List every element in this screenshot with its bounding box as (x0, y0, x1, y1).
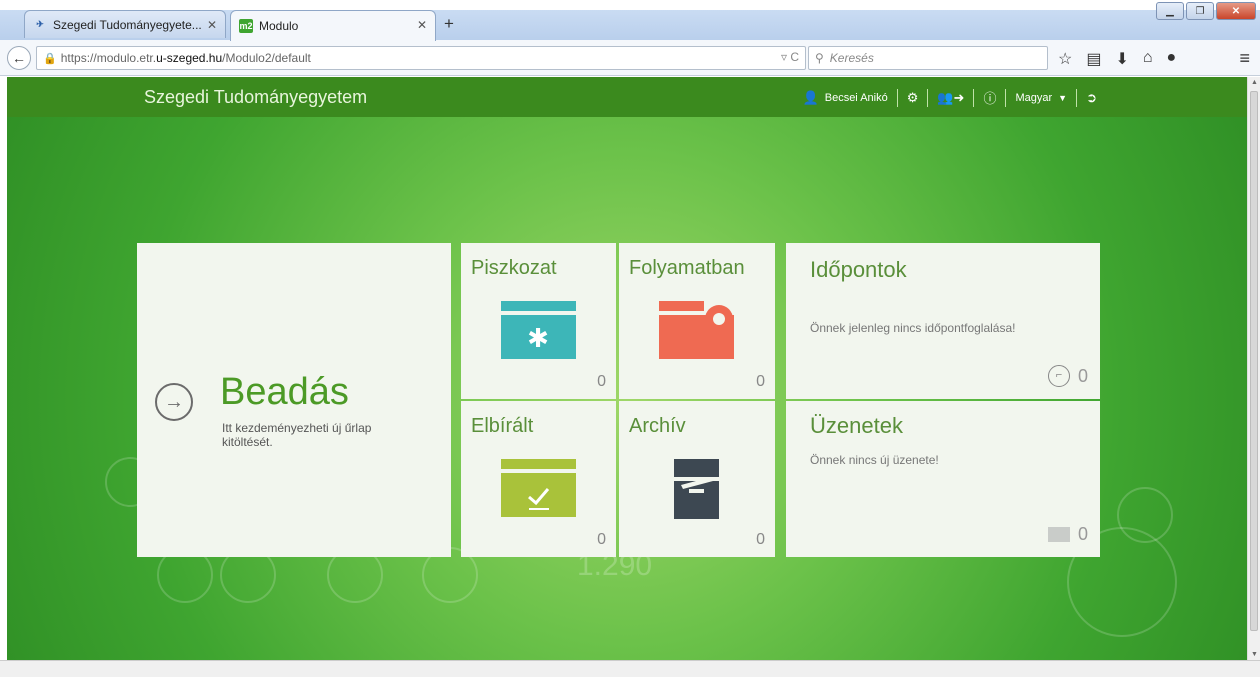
draft-tile[interactable]: Piszkozat ✱ 0 (461, 243, 616, 399)
user-name[interactable]: Becsei Anikó (825, 92, 888, 104)
in-progress-tile[interactable]: Folyamatban 0 (619, 243, 775, 399)
messages-tile[interactable]: Üzenetek Önnek nincs új üzenete! 0 (786, 401, 1100, 557)
help-icon[interactable]: ⓘ (983, 88, 996, 107)
reading-list-icon[interactable]: ▤ (1086, 49, 1101, 69)
url-bar[interactable]: 🔒 https://modulo.etr. u-szeged.hu/Modulo2… (36, 46, 806, 70)
submit-tile[interactable]: → Beadás Itt kezdeményezheti új űrlap ki… (137, 243, 451, 557)
modulo-favicon-icon: m2 (239, 19, 253, 33)
home-icon[interactable]: ⌂ (1143, 49, 1153, 69)
tab-close-icon[interactable]: ✕ (417, 18, 427, 32)
in-progress-title: Folyamatban (629, 257, 745, 279)
back-arrow-icon[interactable]: ← (7, 46, 31, 70)
appointments-tile[interactable]: Időpontok Önnek jelenleg nincs időpontfo… (786, 243, 1100, 399)
divider (896, 88, 898, 107)
tab-szegedi[interactable]: ✈ Szegedi Tudományegyete... ✕ (24, 10, 226, 38)
divider (927, 88, 929, 107)
restore-icon[interactable]: ❐ (1186, 2, 1214, 20)
app-header: Szegedi Tudományegyetem 👤 Becsei Anikó ⚙… (7, 77, 1247, 117)
toolbar-icons: ☆ ▤ ⬇ ⌂ ● (1058, 49, 1176, 69)
draft-count: 0 (597, 373, 606, 390)
chevron-down-icon[interactable]: ▼ (1058, 93, 1067, 103)
user-icon: 👤 (802, 89, 819, 105)
vertical-scrollbar[interactable]: ▲ ▼ (1247, 77, 1260, 660)
judged-title: Elbírált (471, 415, 534, 437)
submit-description: Itt kezdeményezheti új űrlap kitöltését. (222, 421, 372, 449)
bookmark-star-icon[interactable]: ☆ (1058, 49, 1072, 69)
archive-count: 0 (756, 531, 765, 548)
settings-gear-icon[interactable]: ⚙ (907, 90, 919, 106)
logout-icon[interactable]: ➲ (1086, 90, 1097, 106)
archive-cabinet-icon (659, 459, 734, 519)
user-bar: 👤 Becsei Anikó ⚙ 👥➜ ⓘ Magyar ▼ ➲ (803, 88, 1097, 107)
archive-title: Archív (629, 415, 686, 437)
download-icon[interactable]: ⬇ (1115, 49, 1128, 69)
switch-user-icon[interactable]: 👥➜ (937, 90, 964, 106)
archive-tile[interactable]: Archív 0 (619, 401, 775, 557)
language-select[interactable]: Magyar (1015, 92, 1052, 104)
appointments-count: 0 (1077, 365, 1088, 386)
draft-folder-icon: ✱ (501, 301, 576, 361)
url-prefix: https://modulo.etr. (60, 51, 157, 65)
checked-folder-icon (501, 459, 576, 519)
lock-icon: 🔒 (43, 52, 57, 65)
status-bar (0, 660, 1260, 677)
tab-modulo[interactable]: m2 Modulo ✕ (230, 10, 436, 41)
draft-title: Piszkozat (471, 257, 557, 279)
minimize-icon[interactable]: ▁ (1156, 2, 1184, 20)
szte-favicon-icon: ✈ (36, 19, 44, 29)
messages-count: 0 (1077, 524, 1088, 544)
scrollbar-thumb[interactable] (1250, 91, 1258, 631)
reload-icon[interactable]: ▿ C (781, 50, 799, 64)
new-tab-icon[interactable]: + (444, 14, 454, 34)
messages-title: Üzenetek (810, 413, 903, 438)
chat-icon[interactable]: ● (1167, 49, 1177, 69)
in-progress-count: 0 (756, 373, 765, 390)
svg-text:✱: ✱ (527, 324, 549, 354)
divider (1005, 88, 1007, 107)
divider (973, 88, 975, 107)
scroll-up-icon[interactable]: ▲ (1251, 79, 1258, 86)
tab-label: Szegedi Tudományegyete... (53, 17, 202, 32)
navigation-bar: ← 🔒 https://modulo.etr. u-szeged.hu/Modul… (0, 40, 1260, 76)
judged-tile[interactable]: Elbírált 0 (461, 401, 616, 557)
arrow-right-circle-icon: → (155, 383, 193, 421)
url-path: /Modulo2/default (222, 51, 311, 65)
search-placeholder: Keresés (829, 51, 874, 65)
clock-icon: ⌐ (1047, 365, 1070, 387)
appointments-count-wrap: ⌐ 0 (1047, 365, 1088, 387)
page-content: 1.290 Szegedi Tudományegyetem 👤 Becsei A… (7, 77, 1247, 660)
window-controls: ▁ ❐ ✕ (1156, 2, 1256, 20)
judged-count: 0 (597, 531, 606, 548)
hamburger-menu-icon[interactable]: ≡ (1239, 48, 1250, 69)
window-close-icon[interactable]: ✕ (1216, 2, 1256, 20)
divider (1076, 88, 1078, 107)
messages-message: Önnek nincs új üzenete! (810, 453, 939, 467)
submit-title: Beadás (220, 371, 349, 413)
top-strip (0, 0, 1260, 10)
url-domain: u-szeged.hu (156, 51, 223, 65)
brand-title[interactable]: Szegedi Tudományegyetem (144, 87, 367, 108)
tab-close-icon[interactable]: ✕ (207, 18, 217, 32)
gear-folder-icon (659, 301, 734, 361)
scroll-down-icon[interactable]: ▼ (1251, 651, 1258, 658)
messages-count-wrap: 0 (1047, 524, 1088, 545)
envelope-icon (1047, 527, 1070, 542)
search-input[interactable]: ⚲ Keresés (808, 46, 1048, 70)
tab-label: Modulo (259, 19, 299, 33)
appointments-message: Önnek jelenleg nincs időpontfoglalása! (810, 321, 1016, 335)
appointments-title: Időpontok (810, 257, 907, 282)
search-icon: ⚲ (815, 51, 824, 65)
